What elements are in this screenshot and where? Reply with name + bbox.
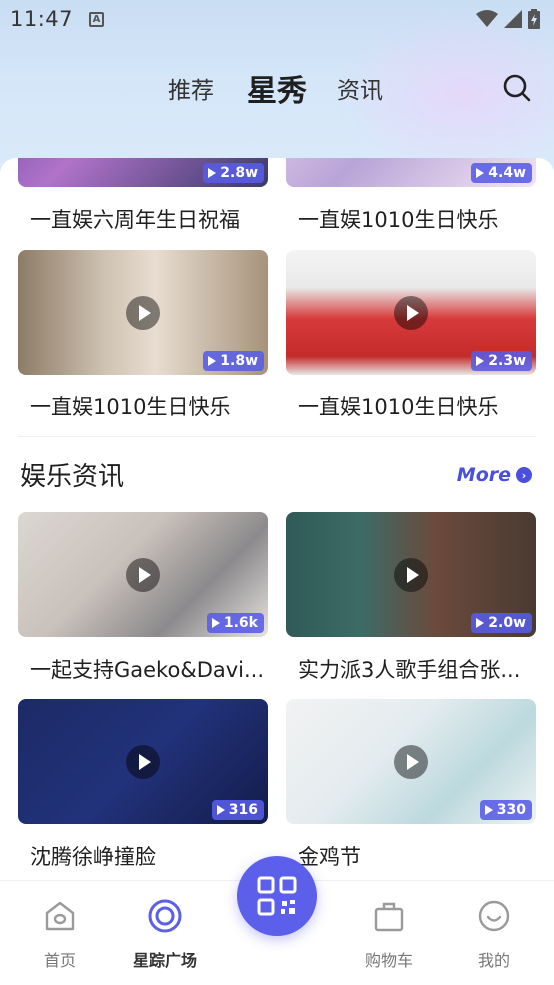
news-thumbnail[interactable]: 2.0w	[286, 512, 536, 637]
news-thumbnail[interactable]: 330	[286, 699, 536, 824]
video-thumbnail[interactable]: 4.4w	[286, 158, 536, 187]
tab-news[interactable]: 资讯	[337, 60, 383, 116]
battery-icon	[528, 9, 540, 29]
play-count-icon	[211, 618, 220, 628]
video-thumbnail[interactable]: 2.8w	[18, 158, 268, 187]
play-icon[interactable]	[126, 744, 160, 779]
video-title[interactable]: 一直娱六周年生日祝福	[30, 204, 270, 234]
play-count-icon	[476, 618, 485, 628]
section-divider	[18, 436, 536, 437]
view-count: 316	[228, 802, 258, 818]
video-title[interactable]: 一直娱1010生日快乐	[298, 204, 538, 234]
view-count-badge: 4.4w	[471, 163, 532, 183]
chevron-right-icon: ›	[516, 467, 532, 483]
view-count-badge: 1.8w	[203, 351, 264, 371]
view-count: 2.8w	[220, 165, 258, 181]
nav-profile[interactable]: 我的	[444, 881, 544, 985]
play-icon[interactable]	[126, 295, 160, 330]
bag-icon	[374, 902, 404, 932]
video-thumbnail[interactable]: 1.8w	[18, 250, 268, 375]
search-icon[interactable]	[502, 73, 532, 103]
news-thumbnail[interactable]: 1.6k	[18, 512, 268, 637]
view-count-badge: 316	[211, 800, 264, 820]
view-count: 2.0w	[488, 615, 526, 631]
more-label: More	[456, 464, 511, 486]
view-count: 1.6k	[223, 615, 258, 631]
notification-icon: A	[89, 11, 105, 27]
view-count-badge: 2.8w	[203, 163, 264, 183]
tab-recommend[interactable]: 推荐	[168, 60, 214, 116]
more-button[interactable]: More ›	[457, 464, 532, 486]
view-count: 330	[496, 802, 526, 818]
view-count-badge: 330	[479, 800, 532, 820]
news-title[interactable]: 沈腾徐峥撞脸	[30, 841, 270, 871]
wifi-icon	[476, 10, 498, 27]
nav-label: 首页	[43, 951, 76, 970]
video-title[interactable]: 一直娱1010生日快乐	[298, 391, 538, 421]
home-icon	[45, 901, 75, 931]
view-count: 4.4w	[488, 165, 526, 181]
play-count-icon	[208, 168, 217, 178]
section-title: 娱乐资讯	[20, 462, 125, 492]
play-count-icon	[208, 356, 217, 366]
nav-label: 购物车	[364, 951, 413, 970]
status-time: 11:47	[10, 7, 74, 31]
nav-home[interactable]: 首页	[10, 881, 110, 985]
smile-icon	[478, 900, 510, 932]
play-icon[interactable]	[126, 557, 160, 592]
status-bar: 11:47 A	[0, 0, 554, 38]
top-tab-bar: 推荐 星秀 资讯	[0, 60, 554, 116]
view-count: 1.8w	[220, 353, 258, 369]
news-title[interactable]: 金鸡节	[298, 841, 538, 871]
status-indicators	[476, 9, 540, 29]
nav-cart[interactable]: 购物车	[339, 881, 439, 985]
play-count-icon	[476, 356, 485, 366]
view-count-badge: 2.0w	[471, 613, 532, 633]
news-thumbnail[interactable]: 316	[18, 699, 268, 824]
nav-label: 星踪广场	[132, 951, 197, 970]
nav-label: 我的	[477, 951, 510, 970]
feed-content: 2.8w 一直娱六周年生日祝福 4.4w 一直娱1010生日快乐 1.8w 一直…	[0, 158, 554, 880]
play-count-icon	[476, 168, 485, 178]
view-count-badge: 1.6k	[206, 613, 264, 633]
view-count: 2.3w	[488, 353, 526, 369]
play-count-icon	[216, 805, 225, 815]
play-icon[interactable]	[394, 557, 428, 592]
qr-code-icon	[257, 876, 297, 916]
signal-icon	[504, 10, 522, 28]
video-title[interactable]: 一直娱1010生日快乐	[30, 391, 270, 421]
nav-star-square[interactable]: 星踪广场	[115, 881, 215, 985]
view-count-badge: 2.3w	[471, 351, 532, 371]
play-count-icon	[484, 805, 493, 815]
tab-star-show[interactable]: 星秀	[247, 60, 307, 116]
play-icon[interactable]	[394, 744, 428, 779]
video-thumbnail[interactable]: 2.3w	[286, 250, 536, 375]
play-icon[interactable]	[394, 295, 428, 330]
news-title[interactable]: 实力派3人歌手组合张...	[298, 654, 538, 684]
target-icon	[148, 899, 182, 933]
news-title[interactable]: 一起支持Gaeko&Davi...	[30, 654, 270, 684]
scan-button[interactable]	[237, 856, 317, 936]
